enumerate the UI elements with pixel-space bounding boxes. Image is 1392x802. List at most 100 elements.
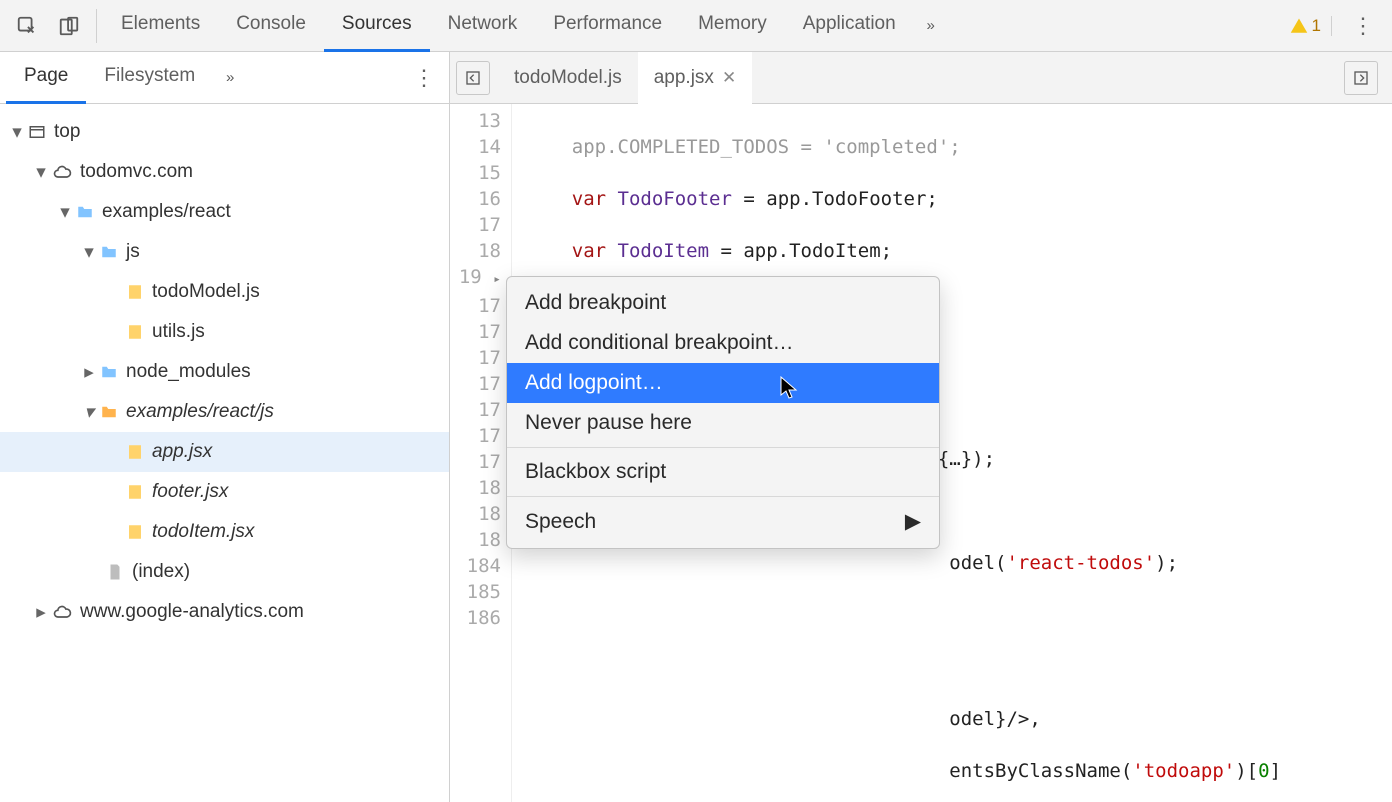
sidebar-tab-filesystem[interactable]: Filesystem — [86, 52, 213, 104]
line-number[interactable]: 17 — [450, 212, 501, 238]
more-tabs-icon[interactable]: » — [914, 9, 948, 43]
line-number[interactable]: 186 — [450, 605, 501, 631]
line-number[interactable]: 13 — [450, 108, 501, 134]
devtools-toolbar: Elements Console Sources Network Perform… — [0, 0, 1392, 52]
tab-memory[interactable]: Memory — [680, 0, 785, 52]
tree-label: examples/react — [102, 201, 231, 223]
submenu-arrow-icon: ▶ — [905, 509, 921, 534]
tree-file-footer-jsx[interactable]: footer.jsx — [0, 472, 449, 512]
line-number[interactable]: 17 — [450, 449, 501, 475]
tree-label: todoItem.jsx — [152, 521, 254, 543]
tree-label: node_modules — [126, 361, 251, 383]
code-line — [526, 654, 1281, 680]
editor-tabbar: todoModel.js app.jsx ✕ — [450, 52, 1392, 104]
editor-tab-label: todoModel.js — [514, 67, 622, 89]
disclosure-triangle-icon[interactable]: ▾ — [10, 121, 24, 144]
tree-label: footer.jsx — [152, 481, 228, 503]
settings-menu-icon[interactable]: ⋮ — [1344, 13, 1382, 39]
sidebar-tab-page[interactable]: Page — [6, 52, 86, 104]
disclosure-triangle-icon[interactable]: ▾ — [82, 241, 96, 264]
menu-speech[interactable]: Speech▶ — [507, 501, 939, 542]
line-number[interactable]: 17 — [450, 319, 501, 345]
line-gutter[interactable]: 13 14 15 16 17 18 19 ▸ 17 17 17 17 17 17… — [450, 104, 512, 802]
code-line: odel}/>, — [526, 706, 1281, 732]
line-number[interactable]: 18 — [450, 238, 501, 264]
mouse-cursor-icon — [780, 376, 800, 402]
line-number[interactable]: 18 — [450, 475, 501, 501]
folder-icon — [100, 403, 118, 421]
disclosure-triangle-icon[interactable]: ▾ — [82, 401, 96, 424]
warning-badge[interactable]: 1 — [1290, 16, 1332, 36]
menu-add-logpoint[interactable]: Add logpoint… — [507, 363, 939, 403]
line-number[interactable]: 19 ▸ — [450, 264, 501, 293]
tree-label: www.google-analytics.com — [80, 601, 304, 623]
tree-folder-js[interactable]: ▾ js — [0, 232, 449, 272]
line-number[interactable]: 184 — [450, 553, 501, 579]
sidebar-more-tabs-icon[interactable]: » — [213, 61, 247, 95]
tree-domain-google-analytics[interactable]: ▸ www.google-analytics.com — [0, 592, 449, 632]
editor-tab-app-jsx[interactable]: app.jsx ✕ — [638, 52, 752, 104]
tree-label: js — [126, 241, 140, 263]
tab-application[interactable]: Application — [785, 0, 914, 52]
tree-file-utils[interactable]: utils.js — [0, 312, 449, 352]
code-line — [526, 602, 1281, 628]
tab-elements[interactable]: Elements — [103, 0, 218, 52]
disclosure-triangle-icon[interactable]: ▾ — [34, 161, 48, 184]
menu-never-pause-here[interactable]: Never pause here — [507, 403, 939, 443]
show-debugger-icon[interactable] — [1344, 61, 1378, 95]
tab-console[interactable]: Console — [218, 0, 324, 52]
disclosure-triangle-icon[interactable]: ▸ — [82, 361, 96, 384]
disclosure-triangle-icon[interactable]: ▸ — [34, 601, 48, 624]
menu-separator — [507, 496, 939, 497]
tree-file-app-jsx[interactable]: app.jsx — [0, 432, 449, 472]
line-number[interactable]: 18 — [450, 501, 501, 527]
menu-add-conditional-breakpoint[interactable]: Add conditional breakpoint… — [507, 323, 939, 363]
line-number[interactable]: 17 — [450, 371, 501, 397]
js-file-icon — [126, 483, 144, 501]
folder-icon — [100, 243, 118, 261]
menu-separator — [507, 447, 939, 448]
js-file-icon — [126, 323, 144, 341]
folder-icon — [100, 363, 118, 381]
menu-blackbox-script[interactable]: Blackbox script — [507, 452, 939, 492]
tree-folder-node-modules[interactable]: ▸ node_modules — [0, 352, 449, 392]
line-number[interactable]: 14 — [450, 134, 501, 160]
disclosure-triangle-icon[interactable]: ▾ — [58, 201, 72, 224]
inspect-element-icon[interactable] — [10, 9, 44, 43]
code-line: entsByClassName('todoapp')[0] — [526, 758, 1281, 784]
sources-sidebar: Page Filesystem » ⋮ ▾ top ▾ todomvc.com … — [0, 52, 450, 802]
sidebar-menu-icon[interactable]: ⋮ — [405, 65, 443, 91]
device-toolbar-icon[interactable] — [52, 9, 86, 43]
line-number[interactable]: 17 — [450, 345, 501, 371]
tree-folder-examples-react[interactable]: ▾ examples/react — [0, 192, 449, 232]
line-number[interactable]: 185 — [450, 579, 501, 605]
close-icon[interactable]: ✕ — [722, 68, 736, 88]
line-number[interactable]: 17 — [450, 397, 501, 423]
file-tree: ▾ top ▾ todomvc.com ▾ examples/react ▾ j… — [0, 104, 449, 640]
editor-tab-todoModel[interactable]: todoModel.js — [498, 52, 638, 104]
tab-network[interactable]: Network — [430, 0, 536, 52]
line-number[interactable]: 18 — [450, 527, 501, 553]
tree-label: todomvc.com — [80, 161, 193, 183]
tree-file-todoModel[interactable]: todoModel.js — [0, 272, 449, 312]
cloud-icon — [52, 602, 72, 622]
cloud-icon — [52, 162, 72, 182]
tree-top-frame[interactable]: ▾ top — [0, 112, 449, 152]
fold-icon[interactable]: ▸ — [493, 272, 501, 287]
code-line: var TodoItem = app.TodoItem; — [526, 238, 1281, 264]
line-number[interactable]: 17 — [450, 293, 501, 319]
tree-folder-examples-react-js[interactable]: ▾ examples/react/js — [0, 392, 449, 432]
tree-file-todoItem-jsx[interactable]: todoItem.jsx — [0, 512, 449, 552]
line-number[interactable]: 16 — [450, 186, 501, 212]
tab-sources[interactable]: Sources — [324, 0, 430, 52]
tree-domain-todomvc[interactable]: ▾ todomvc.com — [0, 152, 449, 192]
tab-performance[interactable]: Performance — [535, 0, 680, 52]
frame-icon — [28, 123, 46, 141]
show-navigator-icon[interactable] — [456, 61, 490, 95]
tree-file-index[interactable]: (index) — [0, 552, 449, 592]
line-number[interactable]: 15 — [450, 160, 501, 186]
tree-label: app.jsx — [152, 441, 212, 463]
warning-count: 1 — [1312, 16, 1321, 36]
line-number[interactable]: 17 — [450, 423, 501, 449]
menu-add-breakpoint[interactable]: Add breakpoint — [507, 283, 939, 323]
